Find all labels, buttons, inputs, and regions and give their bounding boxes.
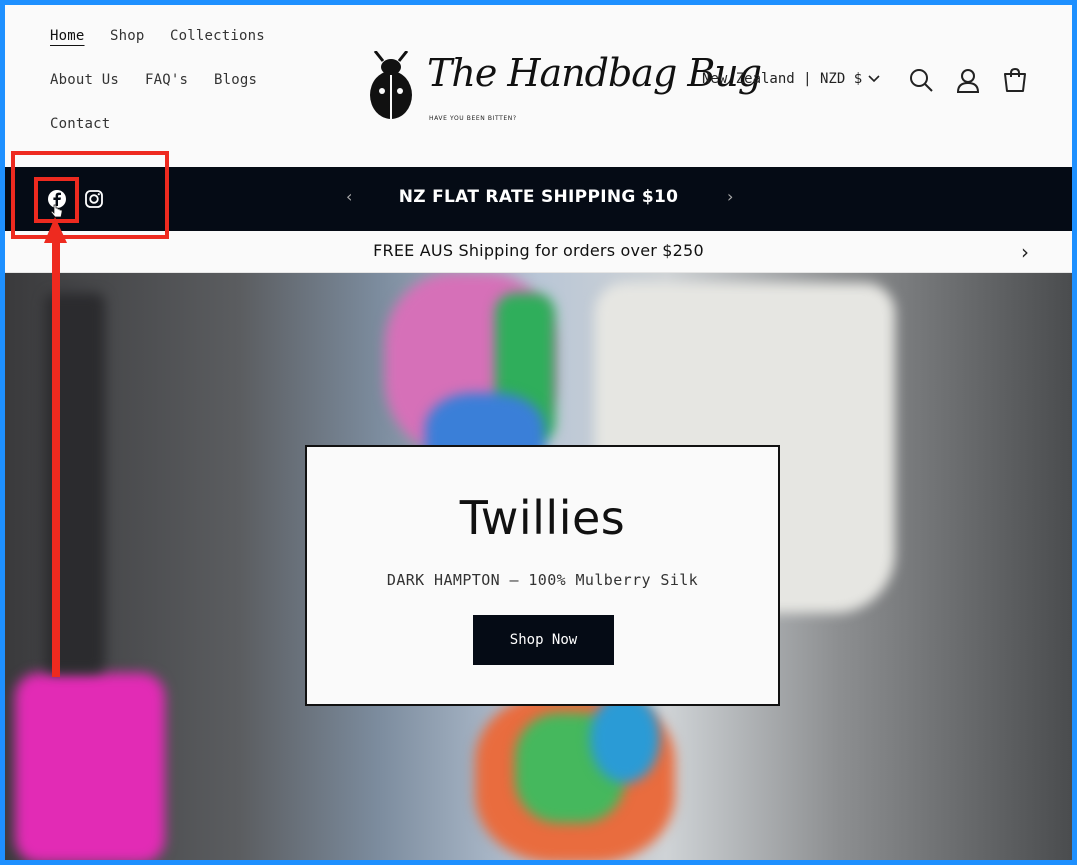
promo-title: Twillies [459, 491, 626, 545]
subbar-next-arrow[interactable]: › [1021, 240, 1029, 264]
hero-suitcase-pink [15, 673, 165, 860]
search-icon[interactable] [908, 67, 934, 93]
locale-label: New Zealand | NZD $ [702, 71, 863, 87]
nav-blogs[interactable]: Blogs [214, 72, 257, 88]
promo-subtitle: DARK HAMPTON – 100% Mulberry Silk [386, 571, 699, 589]
announcement-next-arrow[interactable]: › [727, 187, 733, 206]
nav-faqs[interactable]: FAQ's [145, 72, 188, 88]
ladybug-logo-icon [370, 51, 412, 119]
country-currency-selector[interactable]: New Zealand | NZD $ [702, 71, 880, 87]
chevron-down-icon [868, 75, 880, 83]
secondary-announcement-text: FREE AUS Shipping for orders over $250 [373, 241, 704, 260]
hero-banner: Twillies DARK HAMPTON – 100% Mulberry Si… [5, 273, 1072, 860]
promo-card: Twillies DARK HAMPTON – 100% Mulberry Si… [305, 445, 780, 706]
shop-now-button[interactable]: Shop Now [473, 615, 614, 665]
logo-tagline: HAVE YOU BEEN BITTEN? [429, 115, 517, 122]
site-header: Home Shop Collections About Us FAQ's Blo… [5, 5, 1072, 167]
nav-contact[interactable]: Contact [50, 116, 110, 132]
browser-frame: Home Shop Collections About Us FAQ's Blo… [5, 5, 1072, 860]
hero-scarf-lower-blue [590, 693, 660, 783]
nav-collections[interactable]: Collections [170, 28, 265, 44]
account-icon[interactable] [955, 67, 981, 93]
site-logo[interactable]: The Handbag Bug HAVE YOU BEEN BITTEN? [365, 45, 762, 125]
cursor-pointer-icon [51, 204, 63, 218]
cart-icon[interactable] [1002, 67, 1028, 93]
nav-about-us[interactable]: About Us [50, 72, 119, 88]
nav-home[interactable]: Home [50, 28, 85, 44]
annotation-arrow [44, 217, 67, 677]
nav-shop[interactable]: Shop [110, 28, 145, 44]
